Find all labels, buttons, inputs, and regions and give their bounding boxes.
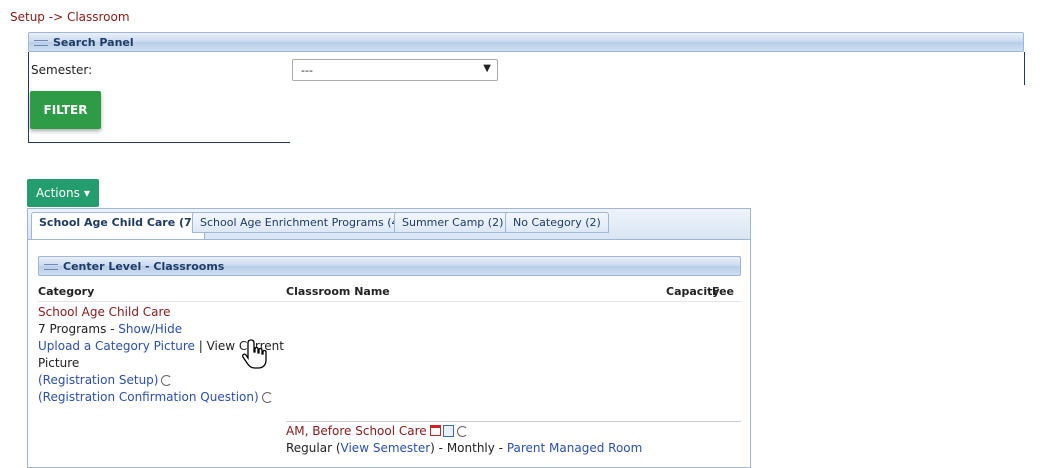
monthly-label: ) - Monthly -	[430, 441, 507, 455]
grip-icon	[44, 264, 58, 270]
separator: |	[194, 339, 207, 353]
row-divider	[286, 421, 741, 422]
regular-label: Regular (	[286, 441, 341, 455]
center-level-header[interactable]: Center Level - Classrooms	[38, 256, 741, 276]
refresh-icon[interactable]	[261, 392, 273, 403]
registration-confirmation-link[interactable]: (Registration Confirmation Question)	[38, 390, 259, 404]
breadcrumb: Setup -> Classroom	[10, 10, 130, 24]
tab-strip: School Age Child Care (7) School Age Enr…	[28, 209, 750, 240]
actions-label: Actions	[36, 186, 80, 200]
search-panel-body: Semester: --- ▼	[28, 52, 1025, 85]
actions-button[interactable]: Actions ▼	[27, 179, 99, 207]
tab-no-category[interactable]: No Category (2)	[505, 212, 609, 233]
chevron-down-icon: ▼	[483, 63, 491, 74]
tab-summer-camp[interactable]: Summer Camp (2)	[394, 212, 512, 233]
caret-down-icon: ▼	[83, 188, 90, 198]
tab-school-age-child-care[interactable]: School Age Child Care (7)	[31, 212, 205, 239]
classroom-cell: AM, Before School Care Regular (View Sem…	[286, 423, 642, 457]
programs-count: 7 Programs -	[38, 322, 119, 336]
parent-managed-room-link[interactable]: Parent Managed Room	[507, 441, 643, 455]
tab-school-age-enrichment-programs[interactable]: School Age Enrichment Programs (4)	[192, 212, 411, 233]
semester-select[interactable]: --- ▼	[292, 59, 498, 81]
refresh-icon[interactable]	[456, 426, 468, 437]
upload-picture-link[interactable]: Upload a Category Picture	[38, 339, 195, 353]
view-semester-link[interactable]: View Semester	[341, 441, 431, 455]
search-panel-header[interactable]: Search Panel	[28, 32, 1024, 52]
classroom-name[interactable]: AM, Before School Care	[286, 424, 427, 438]
document-icon[interactable]	[442, 425, 454, 437]
center-level-title: Center Level - Classrooms	[63, 260, 225, 273]
search-panel: Search Panel Semester: --- ▼ FILTER	[28, 32, 1025, 143]
semester-select-value: ---	[301, 64, 313, 77]
category-name: School Age Child Care	[38, 305, 171, 319]
calendar-icon[interactable]	[429, 425, 441, 436]
column-category[interactable]: Category	[38, 285, 94, 298]
column-classroom-name[interactable]: Classroom Name	[286, 285, 390, 298]
refresh-icon[interactable]	[161, 375, 173, 386]
column-fee[interactable]: Fee	[712, 285, 734, 298]
grip-icon	[34, 40, 48, 46]
show-hide-link[interactable]: Show/Hide	[118, 322, 182, 336]
registration-setup-link[interactable]: (Registration Setup)	[38, 373, 158, 387]
search-panel-border-bottom	[28, 142, 290, 143]
semester-label: Semester:	[31, 63, 93, 77]
tab-container: School Age Child Care (7) School Age Enr…	[27, 208, 751, 468]
filter-button[interactable]: FILTER	[30, 91, 101, 129]
grid-header: Category Classroom Name Capacity Fee	[38, 284, 741, 302]
search-panel-title: Search Panel	[53, 36, 134, 49]
hand-cursor-icon	[242, 339, 267, 369]
